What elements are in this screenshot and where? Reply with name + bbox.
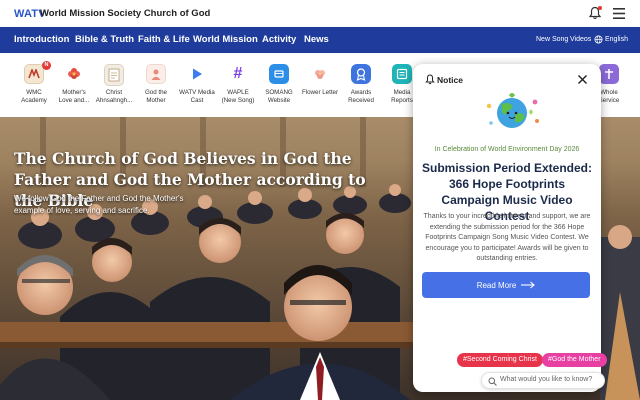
service-icon (599, 64, 619, 84)
notice-kicker: In Celebration of World Environment Day … (434, 146, 580, 153)
main-nav: Introduction Bible & Truth Faith & Life … (0, 27, 640, 53)
search-icon (488, 377, 497, 386)
close-icon[interactable] (576, 73, 589, 86)
language-selector[interactable]: English (605, 36, 628, 43)
hero-subtitle: We follow God the Father and God the Mot… (14, 194, 184, 215)
ask-placeholder: What would you like to know? (500, 376, 593, 383)
site-title[interactable]: World Mission Society Church of God (40, 8, 210, 19)
videos-link[interactable]: Videos (570, 36, 591, 43)
hamburger-menu-icon[interactable] (612, 7, 626, 20)
notification-dot (598, 6, 602, 10)
notice-popup: Notice In Celebration of World Environme… (413, 64, 601, 392)
hash-icon: # (228, 64, 248, 84)
earth-mascot-icon (486, 93, 539, 128)
new-song-link[interactable]: New Song (536, 36, 568, 43)
wmc-academy-icon (24, 64, 44, 84)
bell-icon (425, 74, 435, 85)
ask-search-box[interactable]: What would you like to know? (481, 372, 605, 389)
tag-second-coming-christ[interactable]: #Second Coming Christ (457, 353, 543, 367)
nav-activity[interactable]: Activity (262, 34, 296, 45)
play-icon (187, 64, 207, 84)
read-more-button[interactable]: Read More (422, 272, 590, 298)
tag-god-the-mother[interactable]: #God the Mother (542, 353, 607, 367)
arrow-right-icon (521, 281, 536, 289)
nav-world-mission[interactable]: World Mission (193, 34, 258, 45)
globe-icon (594, 35, 603, 44)
top-header: WATV World Mission Society Church of God (0, 0, 640, 27)
somang-icon (269, 64, 289, 84)
notice-body: Thanks to your incredible interest and s… (423, 213, 591, 262)
notice-title: Notice (437, 75, 463, 85)
mother-icon (146, 64, 166, 84)
medal-icon (351, 64, 371, 84)
nav-introduction[interactable]: Introduction (14, 34, 69, 45)
flower-icon (64, 64, 84, 84)
nav-bible-truth[interactable]: Bible & Truth (75, 34, 134, 45)
nav-faith-life[interactable]: Faith & Life (138, 34, 190, 45)
read-more-label: Read More (476, 280, 517, 290)
media-icon (392, 64, 412, 84)
flower-letter-icon (310, 64, 330, 84)
nav-news[interactable]: News (304, 34, 329, 45)
book-icon (104, 64, 124, 86)
